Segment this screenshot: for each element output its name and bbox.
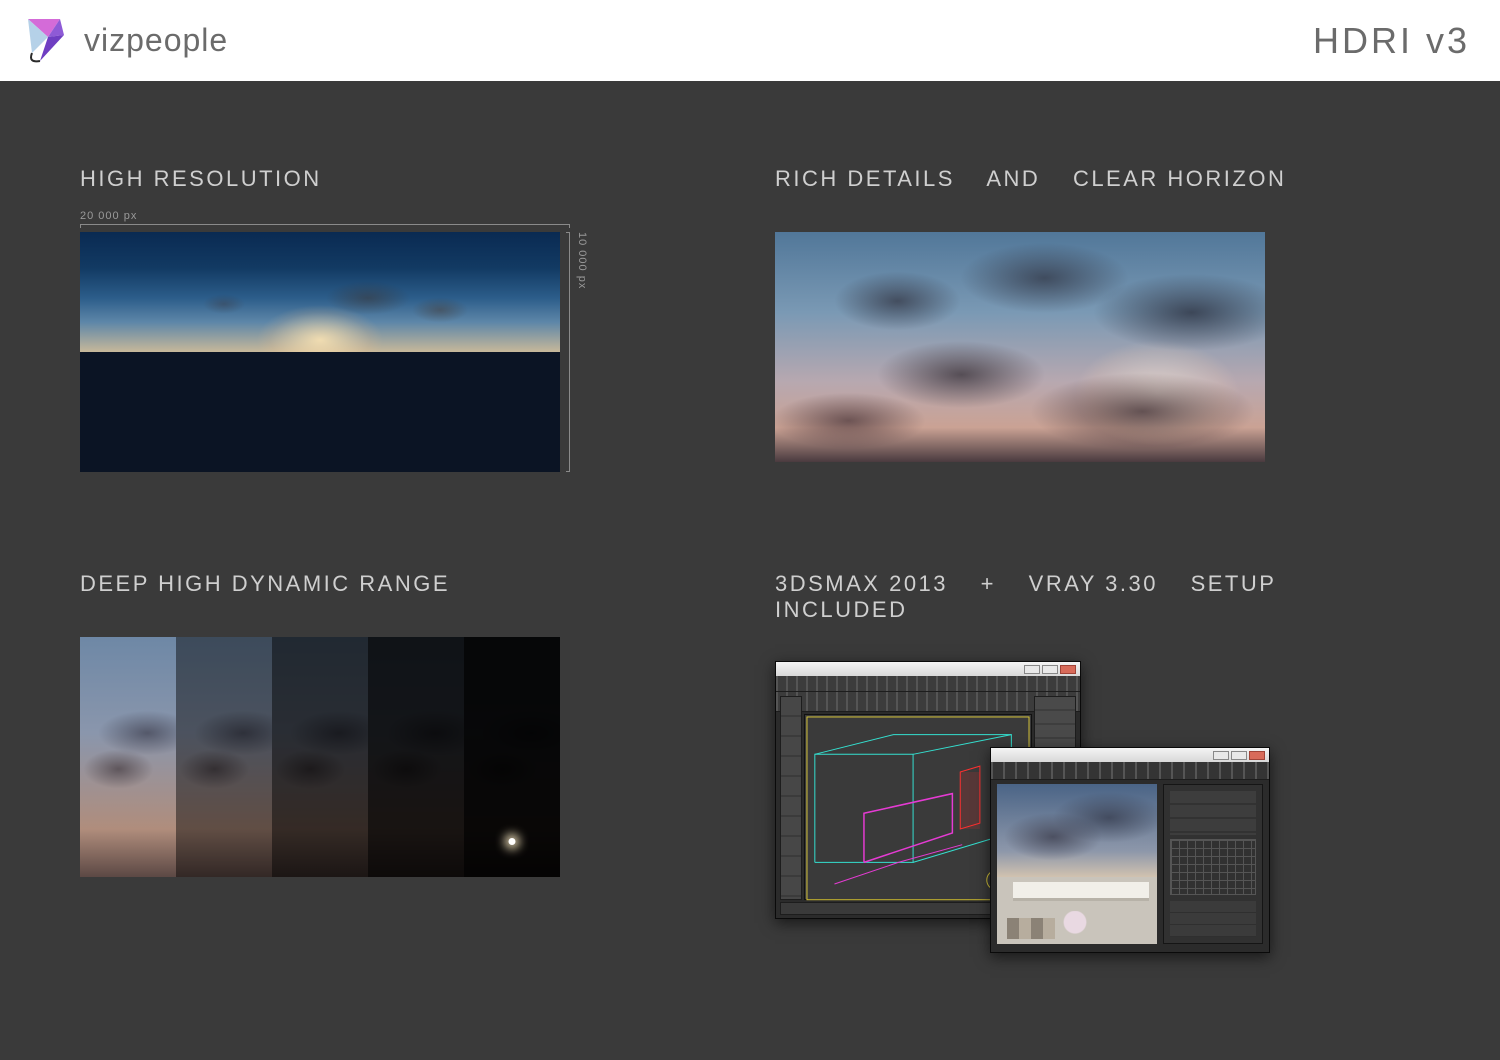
header-bar: vizpeople HDRI v3 bbox=[0, 0, 1500, 81]
dimension-height-label: 10 000 px bbox=[576, 232, 588, 289]
window-max-icon bbox=[1231, 751, 1247, 760]
content-area: HIGH RESOLUTION 20 000 px 10 000 px RICH… bbox=[0, 81, 1500, 1060]
exposure-step bbox=[80, 637, 176, 877]
window-close-icon bbox=[1249, 751, 1265, 760]
exposure-step bbox=[176, 637, 272, 877]
product-sheet: vizpeople HDRI v3 HIGH RESOLUTION 20 000… bbox=[0, 0, 1500, 1060]
title-part-a: 3DSMAX 2013 bbox=[775, 571, 948, 596]
window-titlebar bbox=[776, 662, 1080, 676]
title-part-plus: + bbox=[981, 571, 996, 596]
window-min-icon bbox=[1024, 665, 1040, 674]
tree-icon bbox=[1058, 911, 1092, 939]
section-high-resolution: HIGH RESOLUTION 20 000 px 10 000 px bbox=[80, 166, 680, 472]
exposure-step bbox=[272, 637, 368, 877]
title-part-b: CLEAR HORIZON bbox=[1073, 166, 1286, 191]
left-tool-palette bbox=[780, 696, 802, 900]
dimension-width-label: 20 000 px bbox=[80, 210, 680, 222]
section-dynamic-range: DEEP HIGH DYNAMIC RANGE bbox=[80, 571, 680, 877]
render-output bbox=[997, 784, 1157, 944]
logo-icon bbox=[18, 13, 74, 69]
exposure-step bbox=[464, 637, 560, 877]
app-toolbar bbox=[991, 762, 1269, 780]
product-title: HDRI v3 bbox=[1313, 20, 1470, 62]
window-min-icon bbox=[1213, 751, 1229, 760]
brand: vizpeople bbox=[18, 13, 228, 69]
app-window-vray-framebuffer bbox=[990, 747, 1270, 953]
title-part-sep: AND bbox=[986, 166, 1040, 191]
software-screenshots bbox=[775, 661, 1275, 961]
section-title: 3DSMAX 2013 + VRAY 3.30 SETUP INCLUDED bbox=[775, 571, 1415, 623]
window-max-icon bbox=[1042, 665, 1058, 674]
dimension-height-rule bbox=[566, 232, 570, 472]
color-correction-panel bbox=[1163, 784, 1263, 944]
app-toolbar bbox=[776, 676, 1080, 692]
exposure-strip bbox=[80, 637, 560, 877]
section-title: HIGH RESOLUTION bbox=[80, 166, 680, 192]
window-close-icon bbox=[1060, 665, 1076, 674]
dimension-width-rule bbox=[80, 224, 570, 228]
sun-icon bbox=[509, 838, 516, 845]
brand-name: vizpeople bbox=[84, 22, 228, 59]
section-title: DEEP HIGH DYNAMIC RANGE bbox=[80, 571, 680, 597]
section-title: RICH DETAILS AND CLEAR HORIZON bbox=[775, 166, 1415, 192]
title-part-b: VRAY 3.30 bbox=[1029, 571, 1158, 596]
exposure-step bbox=[368, 637, 464, 877]
hdri-panorama-thumb bbox=[80, 232, 560, 472]
section-setup: 3DSMAX 2013 + VRAY 3.30 SETUP INCLUDED bbox=[775, 571, 1415, 961]
title-part-a: RICH DETAILS bbox=[775, 166, 955, 191]
section-rich-details: RICH DETAILS AND CLEAR HORIZON bbox=[775, 166, 1415, 462]
sky-detail-thumb bbox=[775, 232, 1265, 462]
curves-grid-icon bbox=[1170, 839, 1256, 895]
window-titlebar bbox=[991, 748, 1269, 762]
